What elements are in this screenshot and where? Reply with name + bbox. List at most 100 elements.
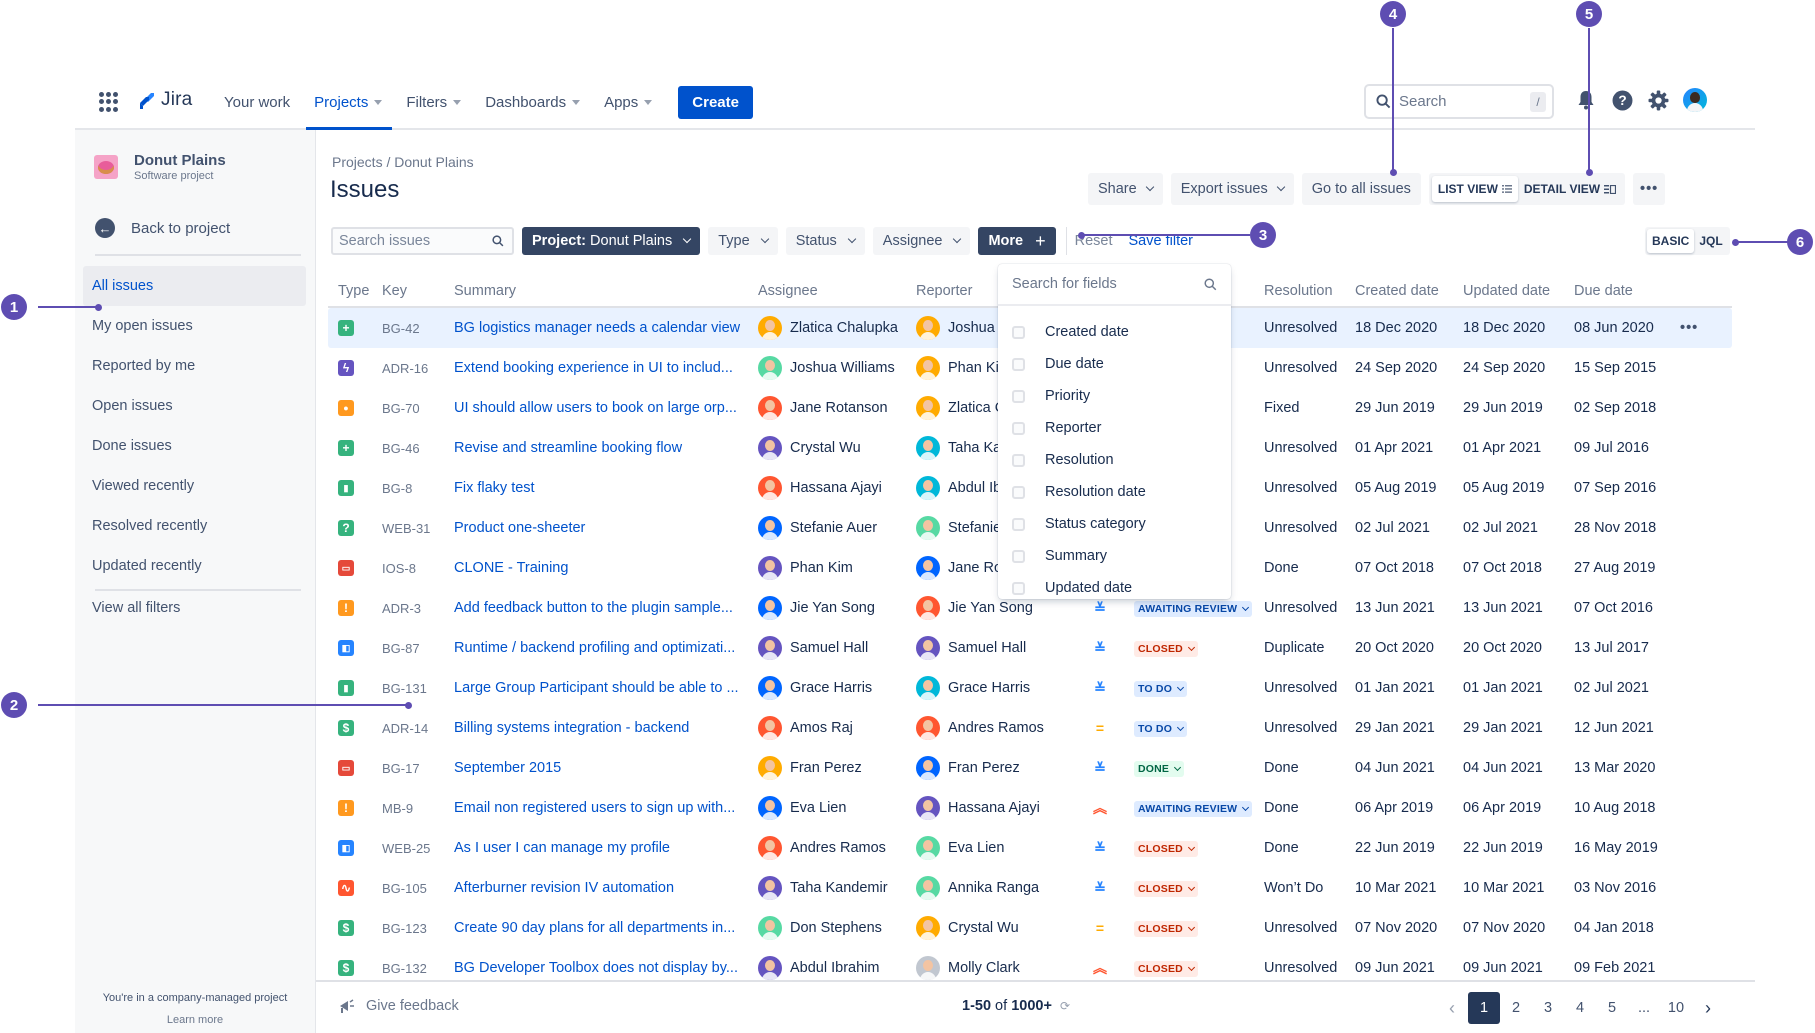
project-filter-button[interactable]: Project: Donut Plains: [522, 227, 701, 255]
column-header-assignee[interactable]: Assignee: [758, 283, 916, 299]
field-option-resolution[interactable]: Resolution: [998, 444, 1231, 476]
nav-projects[interactable]: Projects: [302, 76, 394, 130]
sidebar-item-my-open-issues[interactable]: My open issues: [83, 306, 306, 346]
page-3-button[interactable]: 3: [1532, 992, 1564, 1024]
column-header-created-date[interactable]: Created date: [1351, 283, 1459, 299]
issue-summary-link[interactable]: Afterburner revision IV automation: [450, 880, 758, 896]
issue-summary-link[interactable]: Extend booking experience in UI to inclu…: [450, 360, 758, 376]
field-option-reporter[interactable]: Reporter: [998, 412, 1231, 444]
assignee-cell[interactable]: Crystal Wu: [758, 436, 916, 460]
checkbox[interactable]: [1012, 485, 1025, 499]
assignee-cell[interactable]: Grace Harris: [758, 676, 916, 700]
assignee-cell[interactable]: Jie Yan Song: [758, 596, 916, 620]
issue-key[interactable]: BG-87: [378, 641, 450, 656]
page-1-button[interactable]: 1: [1468, 992, 1500, 1024]
issue-summary-link[interactable]: Runtime / backend profiling and optimiza…: [450, 640, 758, 656]
status-badge[interactable]: CLOSED: [1134, 880, 1198, 897]
column-header-updated-date[interactable]: Updated date: [1459, 283, 1570, 299]
page-10-button[interactable]: 10: [1660, 992, 1692, 1024]
status-badge[interactable]: CLOSED: [1134, 840, 1198, 857]
issue-key[interactable]: BG-105: [378, 881, 450, 896]
bell-icon[interactable]: [1575, 89, 1597, 111]
field-option-summary[interactable]: Summary: [998, 540, 1231, 572]
assignee-cell[interactable]: Hassana Ajayi: [758, 476, 916, 500]
jira-logo[interactable]: Jira: [135, 89, 192, 111]
basic-mode-button[interactable]: BASIC: [1647, 229, 1695, 253]
create-button[interactable]: Create: [678, 85, 753, 119]
issue-key[interactable]: BG-132: [378, 961, 450, 976]
app-switcher-icon[interactable]: [99, 92, 119, 112]
checkbox[interactable]: [1012, 325, 1025, 339]
column-header-resolution[interactable]: Resolution: [1260, 283, 1351, 299]
assignee-cell[interactable]: Abdul Ibrahim: [758, 956, 916, 980]
reporter-cell[interactable]: Hassana Ajayi: [916, 796, 1076, 820]
detail-view-button[interactable]: DETAIL VIEW: [1518, 176, 1622, 202]
search-issues-input[interactable]: Search issues: [331, 227, 514, 255]
jql-mode-button[interactable]: JQL: [1694, 229, 1727, 253]
issue-key[interactable]: WEB-31: [378, 521, 450, 536]
table-row[interactable]: ∿ BG-105 Afterburner revision IV automatio…: [328, 868, 1732, 908]
reporter-cell[interactable]: Grace Harris: [916, 676, 1076, 700]
checkbox[interactable]: [1012, 453, 1025, 467]
issue-key[interactable]: BG-131: [378, 681, 450, 696]
issue-summary-link[interactable]: BG logistics manager needs a calendar vi…: [450, 320, 758, 336]
issue-key[interactable]: BG-8: [378, 481, 450, 496]
nav-dashboards[interactable]: Dashboards: [473, 76, 592, 128]
next-page-button[interactable]: ›: [1692, 992, 1724, 1024]
back-to-project-link[interactable]: ← Back to project: [95, 218, 230, 238]
sidebar-item-done-issues[interactable]: Done issues: [83, 426, 306, 466]
more-actions-button[interactable]: •••: [1633, 173, 1666, 205]
settings-icon[interactable]: [1647, 89, 1669, 111]
column-header-type[interactable]: Type: [328, 283, 378, 299]
sidebar-item-updated-recently[interactable]: Updated recently: [83, 546, 306, 586]
sidebar-item-open-issues[interactable]: Open issues: [83, 386, 306, 426]
status-filter-button[interactable]: Status: [785, 227, 865, 255]
assignee-cell[interactable]: Jane Rotanson: [758, 396, 916, 420]
row-actions-button[interactable]: •••: [1680, 320, 1720, 336]
status-badge[interactable]: TO DO: [1134, 680, 1188, 697]
table-row[interactable]: ! MB-9 Email non registered users to sign …: [328, 788, 1732, 828]
go-to-all-issues-button[interactable]: Go to all issues: [1301, 173, 1421, 205]
assignee-filter-button[interactable]: Assignee: [872, 227, 971, 255]
nav-apps[interactable]: Apps: [592, 76, 664, 128]
issue-summary-link[interactable]: As I user I can manage my profile: [450, 840, 758, 856]
reporter-cell[interactable]: Fran Perez: [916, 756, 1076, 780]
sidebar-item-reported-by-me[interactable]: Reported by me: [83, 346, 306, 386]
checkbox[interactable]: [1012, 549, 1025, 563]
checkbox[interactable]: [1012, 517, 1025, 531]
assignee-cell[interactable]: Joshua Williams: [758, 356, 916, 380]
field-option-resolution-date[interactable]: Resolution date: [998, 476, 1231, 508]
assignee-cell[interactable]: Taha Kandemir: [758, 876, 916, 900]
user-avatar[interactable]: [1683, 88, 1707, 112]
issue-key[interactable]: MB-9: [378, 801, 450, 816]
assignee-cell[interactable]: Eva Lien: [758, 796, 916, 820]
reporter-cell[interactable]: Eva Lien: [916, 836, 1076, 860]
status-badge[interactable]: CLOSED: [1134, 920, 1198, 937]
list-view-button[interactable]: LIST VIEW: [1431, 176, 1518, 202]
learn-more-link[interactable]: Learn more: [75, 1009, 315, 1031]
issue-summary-link[interactable]: Add feedback button to the plugin sample…: [450, 600, 758, 616]
sidebar-item-viewed-recently[interactable]: Viewed recently: [83, 466, 306, 506]
type-filter-button[interactable]: Type: [708, 227, 778, 255]
share-button[interactable]: Share: [1088, 173, 1163, 205]
issue-summary-link[interactable]: Fix flaky test: [450, 480, 758, 496]
issue-summary-link[interactable]: Large Group Participant should be able t…: [450, 680, 758, 696]
status-badge[interactable]: CLOSED: [1134, 640, 1198, 657]
assignee-cell[interactable]: Fran Perez: [758, 756, 916, 780]
assignee-cell[interactable]: Zlatica Chalupka: [758, 316, 916, 340]
page-2-button[interactable]: 2: [1500, 992, 1532, 1024]
field-option-updated-date[interactable]: Updated date: [998, 572, 1231, 604]
issue-summary-link[interactable]: Email non registered users to sign up wi…: [450, 800, 758, 816]
nav-your-work[interactable]: Your work: [212, 76, 302, 128]
assignee-cell[interactable]: Amos Raj: [758, 716, 916, 740]
issue-key[interactable]: IOS-8: [378, 561, 450, 576]
issue-summary-link[interactable]: CLONE - Training: [450, 560, 758, 576]
reporter-cell[interactable]: Annika Ranga: [916, 876, 1076, 900]
prev-page-button[interactable]: ‹: [1436, 992, 1468, 1024]
field-option-created-date[interactable]: Created date: [998, 316, 1231, 348]
table-row[interactable]: ▮ BG-131 Large Group Participant should be…: [328, 668, 1732, 708]
checkbox[interactable]: [1012, 389, 1025, 403]
assignee-cell[interactable]: Stefanie Auer: [758, 516, 916, 540]
table-row[interactable]: ◧ BG-87 Runtime / backend profiling and op…: [328, 628, 1732, 668]
issue-key[interactable]: WEB-25: [378, 841, 450, 856]
